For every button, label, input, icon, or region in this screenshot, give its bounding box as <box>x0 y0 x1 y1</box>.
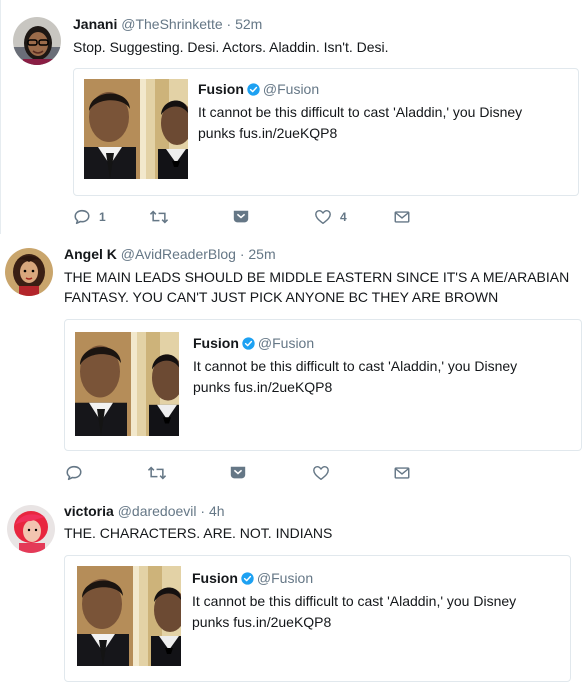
retweet-button[interactable] <box>147 464 167 482</box>
like-button[interactable] <box>312 464 330 482</box>
card-user-handle: @Fusion <box>262 81 320 97</box>
separator-dot: · <box>200 503 206 519</box>
tweet-header: Janani @TheShrinkette · 52m <box>73 15 262 33</box>
card-header: Fusion @Fusion <box>192 569 313 587</box>
avatar-image <box>5 248 53 296</box>
card-display-name: Fusion <box>192 570 238 586</box>
card-user-handle: @Fusion <box>257 335 315 351</box>
avatar-image <box>7 505 55 553</box>
like-button[interactable]: 4 <box>314 208 347 226</box>
reply-icon <box>65 464 83 482</box>
tweet-text: THE MAIN LEADS SHOULD BE MIDDLE EASTERN … <box>64 269 570 305</box>
retweet-icon <box>147 464 167 482</box>
separator-dot: · <box>239 246 245 262</box>
card-thumbnail <box>75 332 179 436</box>
timestamp[interactable]: 52m <box>235 16 262 32</box>
timestamp[interactable]: 25m <box>248 246 275 262</box>
share-button[interactable] <box>393 464 411 482</box>
user-handle[interactable]: @AvidReaderBlog <box>121 246 236 262</box>
user-handle[interactable]: @daredoevil <box>118 503 197 519</box>
like-icon <box>312 464 330 482</box>
tweet[interactable]: Angel K @AvidReaderBlog · 25m THE MAIN L… <box>0 234 587 492</box>
card-image <box>77 566 181 666</box>
tweet-actions <box>64 464 414 482</box>
reply-count: 1 <box>99 210 106 224</box>
quoted-tweet-card[interactable]: Fusion @Fusion It cannot be this difficul… <box>64 319 582 451</box>
card-display-name: Fusion <box>198 81 244 97</box>
verified-icon <box>247 83 260 96</box>
reply-icon <box>73 208 91 226</box>
avatar[interactable] <box>5 248 53 296</box>
tweet-actions: 1 4 <box>73 208 413 226</box>
envelope-icon <box>393 464 411 482</box>
tweet-text: THE. CHARACTERS. ARE. NOT. INDIANS <box>64 525 333 541</box>
display-name[interactable]: Angel K <box>64 246 117 262</box>
card-thumbnail <box>77 566 181 666</box>
user-handle[interactable]: @TheShrinkette <box>121 16 222 32</box>
retweet-icon <box>149 208 169 226</box>
card-text: It cannot be this difficult to cast 'Ala… <box>198 104 523 141</box>
reply-button[interactable] <box>65 464 83 482</box>
avatar[interactable] <box>7 505 55 553</box>
tweet-text: Stop. Suggesting. Desi. Actors. Aladdin.… <box>73 39 389 55</box>
tweet-header: Angel K @AvidReaderBlog · 25m <box>64 245 276 263</box>
avatar[interactable] <box>13 17 61 65</box>
card-display-name: Fusion <box>193 335 239 351</box>
like-count: 4 <box>340 210 347 224</box>
card-user-handle: @Fusion <box>256 570 314 586</box>
direct-message-button[interactable] <box>232 208 250 226</box>
direct-message-icon <box>232 208 250 226</box>
tweet[interactable]: Janani @TheShrinkette · 52m Stop. Sugges… <box>0 0 587 235</box>
avatar-image <box>13 17 61 65</box>
card-text: It cannot be this difficult to cast 'Ala… <box>192 593 517 630</box>
card-thumbnail <box>84 79 188 179</box>
verified-icon <box>241 572 254 585</box>
envelope-icon <box>393 208 411 226</box>
direct-message-button[interactable] <box>229 464 247 482</box>
quoted-tweet-card[interactable]: Fusion @Fusion It cannot be this difficul… <box>73 68 579 196</box>
timestamp[interactable]: 4h <box>209 503 225 519</box>
direct-message-icon <box>229 464 247 482</box>
separator-dot: · <box>226 16 232 32</box>
tweet[interactable]: victoria @daredoevil · 4h THE. CHARACTER… <box>0 491 587 692</box>
tweet-header: victoria @daredoevil · 4h <box>64 502 225 520</box>
card-image <box>75 332 179 436</box>
card-header: Fusion @Fusion <box>198 80 319 98</box>
quoted-tweet-card[interactable]: Fusion @Fusion It cannot be this difficul… <box>64 555 571 682</box>
share-button[interactable] <box>393 208 411 226</box>
reply-button[interactable]: 1 <box>73 208 106 226</box>
card-text: It cannot be this difficult to cast 'Ala… <box>193 358 518 395</box>
display-name[interactable]: Janani <box>73 16 117 32</box>
retweet-button[interactable] <box>149 208 169 226</box>
verified-icon <box>242 337 255 350</box>
like-icon <box>314 208 332 226</box>
display-name[interactable]: victoria <box>64 503 114 519</box>
card-image <box>84 79 188 179</box>
card-header: Fusion @Fusion <box>193 334 314 352</box>
